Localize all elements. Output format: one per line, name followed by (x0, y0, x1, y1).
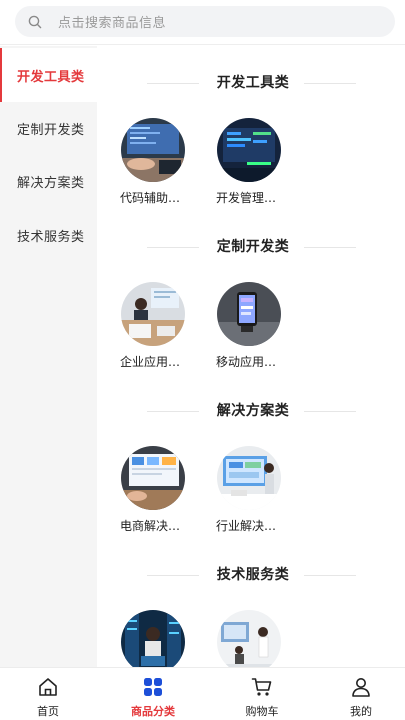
section-title: 解决方案类 (216, 403, 290, 419)
product-label: 移动应用… (216, 355, 277, 369)
section-title: 开发工具类 (216, 75, 290, 91)
mobile-app-photo (217, 282, 281, 346)
category-icon (142, 676, 164, 698)
tab-cart[interactable]: 购物车 (222, 668, 302, 720)
divider (0, 44, 405, 45)
cart-icon (251, 676, 273, 698)
divider (304, 411, 356, 412)
sidebar-item-solutions[interactable]: 解决方案类 (0, 154, 97, 208)
divider (147, 575, 199, 576)
code-assist-photo (121, 118, 185, 182)
sidebar-item-custom-dev[interactable]: 定制开发类 (0, 101, 97, 155)
user-icon (350, 676, 372, 698)
section-header: 开发工具类 (97, 72, 405, 96)
divider (304, 575, 356, 576)
enterprise-app-photo (121, 282, 185, 346)
divider (147, 247, 199, 248)
tech-consulting-photo (217, 610, 281, 667)
server-ops-photo (121, 610, 185, 667)
sidebar-item-label: 开发工具类 (17, 69, 85, 85)
sidebar-item-label: 定制开发类 (17, 122, 85, 138)
section-header: 解决方案类 (97, 400, 405, 424)
section-header: 技术服务类 (97, 564, 405, 588)
product-label: 代码辅助… (120, 191, 181, 205)
category-sidebar: 开发工具类 定制开发类 解决方案类 技术服务类 (0, 46, 97, 667)
tab-label: 购物车 (245, 705, 279, 718)
sidebar-item-tech-services[interactable]: 技术服务类 (0, 208, 97, 262)
ecommerce-solution-photo (121, 446, 185, 510)
search-input[interactable]: 点击搜索商品信息 (15, 6, 395, 37)
divider (304, 83, 356, 84)
search-bar: 点击搜索商品信息 (0, 0, 405, 44)
industry-solution-photo (217, 446, 281, 510)
home-icon (37, 676, 59, 698)
sidebar-item-label: 技术服务类 (17, 229, 85, 245)
product-label: 电商解决… (120, 519, 181, 533)
divider (304, 247, 356, 248)
divider (147, 411, 199, 412)
tab-home[interactable]: 首页 (8, 668, 88, 720)
product-label: 行业解决… (216, 519, 277, 533)
search-icon (28, 15, 42, 29)
sidebar-item-dev-tools[interactable]: 开发工具类 (0, 48, 97, 102)
search-placeholder: 点击搜索商品信息 (58, 16, 167, 31)
tab-label: 我的 (350, 705, 372, 718)
section-title: 定制开发类 (216, 239, 290, 255)
product-label: 企业应用… (120, 355, 181, 369)
category-content: 开发工具类 代码辅助… 开发管理… 定制开发类 企业应用… 移动应用… 解决方案… (97, 46, 405, 667)
section-title: 技术服务类 (216, 567, 290, 583)
tab-profile[interactable]: 我的 (321, 668, 401, 720)
sidebar-item-label: 解决方案类 (17, 175, 85, 191)
product-label: 开发管理… (216, 191, 277, 205)
tab-label: 商品分类 (131, 705, 175, 718)
dev-management-photo (217, 118, 281, 182)
divider (147, 83, 199, 84)
bottom-tab-bar: 首页 商品分类 购物车 我的 (0, 667, 405, 720)
tab-label: 首页 (37, 705, 59, 718)
section-header: 定制开发类 (97, 236, 405, 260)
tab-category[interactable]: 商品分类 (113, 668, 193, 720)
